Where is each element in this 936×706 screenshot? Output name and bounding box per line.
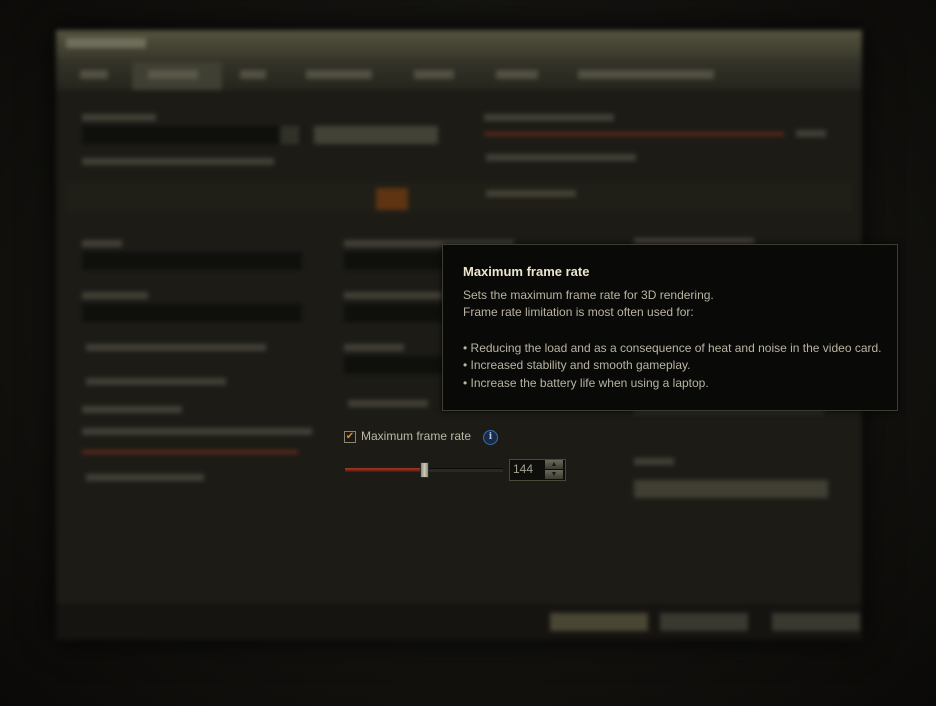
window-titlebar (56, 30, 862, 58)
max-frame-rate-label: Maximum frame rate (361, 429, 472, 443)
chevron-down-icon[interactable]: ▼ (545, 470, 563, 479)
tooltip-line-2: Frame rate limitation is most often used… (463, 305, 694, 319)
frame-rate-slider-thumb[interactable] (420, 462, 429, 478)
chevron-up-icon[interactable]: ▲ (545, 460, 563, 469)
check-icon: ✔ (345, 431, 355, 442)
max-frame-rate-checkbox[interactable]: ✔ (344, 431, 356, 443)
frame-rate-slider-fill (345, 468, 424, 471)
tooltip-bullet-2: • Increased stability and smooth gamepla… (463, 358, 691, 372)
frame-rate-tooltip: Maximum frame rate Sets the maximum fram… (442, 244, 898, 411)
frame-rate-value[interactable]: 144 (513, 462, 533, 476)
tooltip-bullet-1: • Reducing the load and as a consequence… (463, 341, 882, 355)
tooltip-line-1: Sets the maximum frame rate for 3D rende… (463, 288, 714, 302)
settings-tabs (56, 58, 862, 90)
info-icon[interactable]: i (483, 430, 498, 445)
tooltip-title: Maximum frame rate (463, 264, 590, 279)
tooltip-bullet-3: • Increase the battery life when using a… (463, 376, 709, 390)
